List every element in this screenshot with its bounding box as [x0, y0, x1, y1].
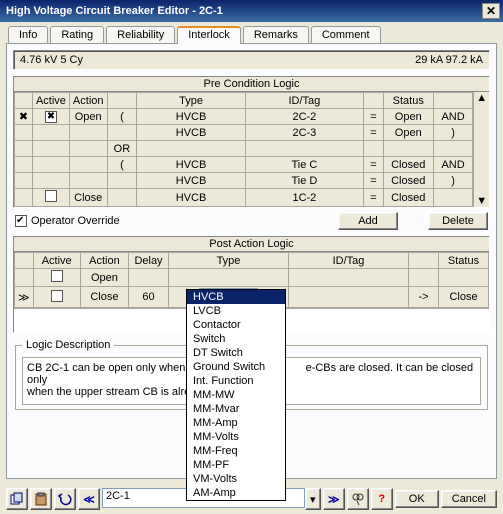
- window-title: High Voltage Circuit Breaker Editor - 2C…: [6, 5, 482, 17]
- dropdown-option[interactable]: MM-Freq: [187, 444, 285, 458]
- copy-icon[interactable]: [6, 488, 28, 510]
- delete-button[interactable]: Delete: [428, 212, 488, 230]
- pre-logic-header: Pre Condition Logic: [14, 77, 489, 92]
- tab-reliability[interactable]: Reliability: [106, 26, 175, 44]
- rating-right: 29 kA 97.2 kA: [415, 54, 483, 66]
- tab-remarks[interactable]: Remarks: [243, 26, 309, 44]
- cancel-button[interactable]: Cancel: [441, 490, 497, 508]
- ok-button[interactable]: OK: [395, 490, 439, 508]
- dropdown-option[interactable]: Contactor: [187, 318, 285, 332]
- dropdown-option[interactable]: MM-Mvar: [187, 402, 285, 416]
- nav-next-icon[interactable]: ≫: [323, 488, 345, 510]
- table-row[interactable]: (HVCBTie C=ClosedAND: [15, 157, 473, 173]
- dropdown-option[interactable]: MM-MW: [187, 388, 285, 402]
- tab-strip: Info Rating Reliability Interlock Remark…: [0, 22, 503, 44]
- table-row[interactable]: HVCBTie D=Closed): [15, 173, 473, 189]
- tab-comment[interactable]: Comment: [311, 26, 381, 44]
- help-icon[interactable]: ?: [371, 488, 393, 510]
- nav-combo-dropdown[interactable]: ▾: [305, 488, 321, 510]
- rating-left: 4.76 kV 5 Cy: [20, 54, 83, 66]
- dropdown-option[interactable]: VM-Volts: [187, 472, 285, 486]
- add-button[interactable]: Add: [338, 212, 398, 230]
- dropdown-option[interactable]: LVCB: [187, 304, 285, 318]
- paste-icon[interactable]: [30, 488, 52, 510]
- undo-icon[interactable]: [54, 488, 76, 510]
- dropdown-option[interactable]: HVCB: [187, 290, 285, 304]
- table-row[interactable]: Open: [15, 269, 489, 287]
- dropdown-option[interactable]: DT Switch: [187, 346, 285, 360]
- pre-logic-grid[interactable]: Active Action Type ID/Tag Status ✖✖Open(…: [14, 92, 473, 207]
- window-close-button[interactable]: ✕: [482, 3, 500, 19]
- table-row[interactable]: ✖✖Open(HVCB2C-2=OpenAND: [15, 109, 473, 125]
- pre-grid-scrollbar[interactable]: ▲▼: [473, 92, 489, 207]
- tab-info[interactable]: Info: [8, 26, 48, 44]
- dropdown-option[interactable]: AM-Amp: [187, 486, 285, 500]
- dropdown-option[interactable]: Int. Function: [187, 374, 285, 388]
- rating-bar: 4.76 kV 5 Cy 29 kA 97.2 kA: [13, 50, 490, 70]
- dropdown-option[interactable]: MM-Amp: [187, 416, 285, 430]
- find-icon[interactable]: [347, 488, 369, 510]
- tab-interlock[interactable]: Interlock: [177, 26, 241, 44]
- logic-description-title: Logic Description: [22, 339, 114, 351]
- type-dropdown[interactable]: HVCBLVCBContactorSwitchDT SwitchGround S…: [186, 289, 286, 501]
- dropdown-option[interactable]: Ground Switch: [187, 360, 285, 374]
- tab-rating[interactable]: Rating: [50, 26, 104, 44]
- operator-override-checkbox[interactable]: ✔ Operator Override: [15, 215, 120, 227]
- dropdown-option[interactable]: MM-Volts: [187, 430, 285, 444]
- operator-override-label: Operator Override: [31, 215, 120, 227]
- table-row[interactable]: CloseHVCB1C-2=Closed: [15, 189, 473, 207]
- dropdown-option[interactable]: MM-PF: [187, 458, 285, 472]
- dropdown-option[interactable]: Switch: [187, 332, 285, 346]
- post-logic-header: Post Action Logic: [14, 237, 489, 252]
- nav-first-icon[interactable]: ≪: [78, 488, 100, 510]
- table-row[interactable]: HVCB2C-3=Open): [15, 125, 473, 141]
- table-row[interactable]: OR: [15, 141, 473, 157]
